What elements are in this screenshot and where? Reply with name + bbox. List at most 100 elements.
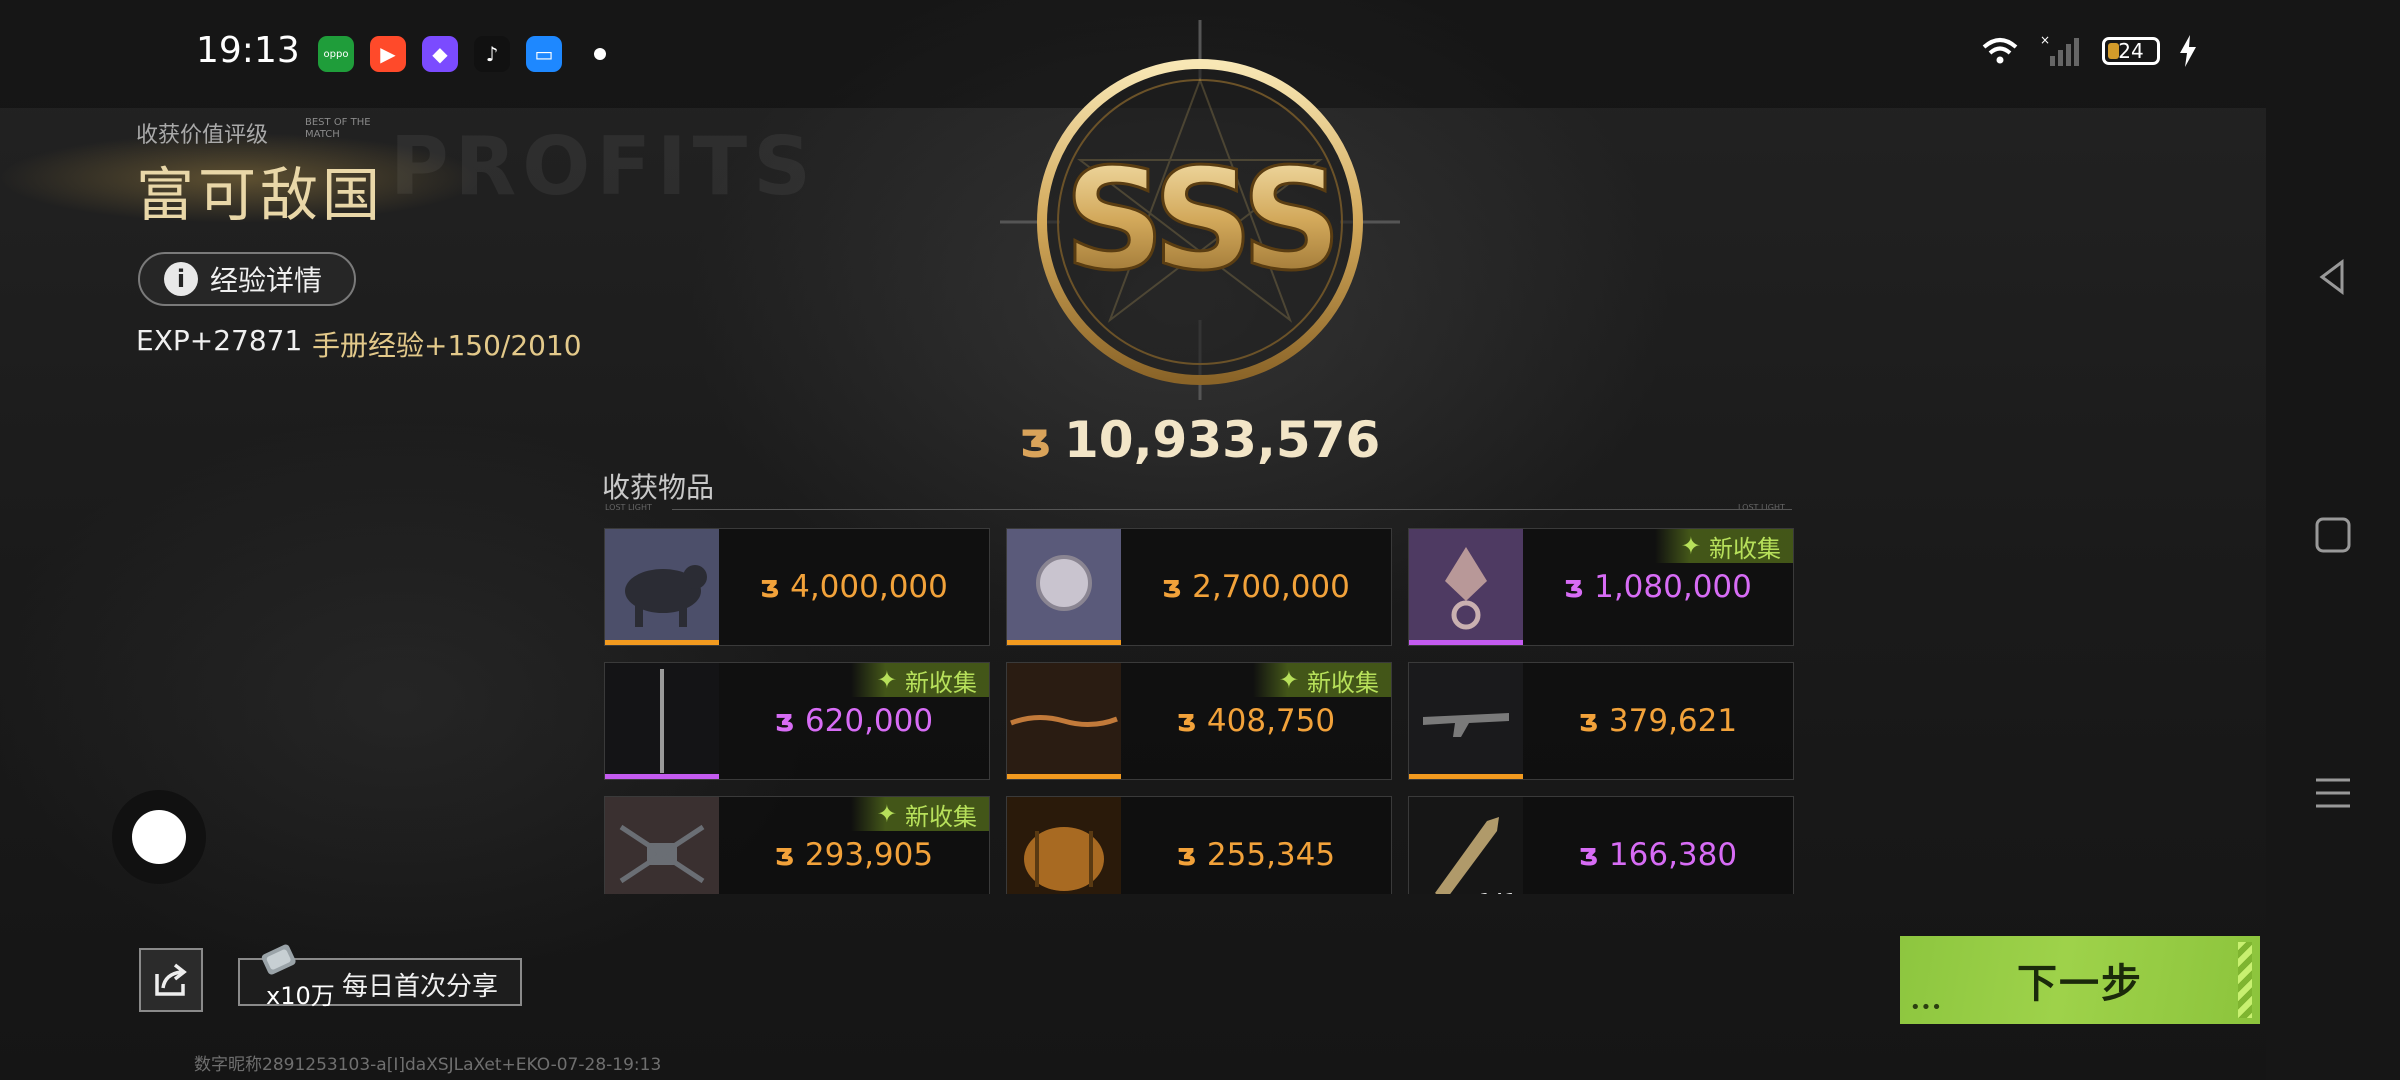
info-icon: i [164, 262, 198, 296]
new-collection-label: 新收集 [905, 802, 977, 831]
new-collection-badge: ✦ 新收集 [1252, 663, 1391, 697]
wifi-icon [1982, 38, 2018, 64]
share-icon [155, 963, 187, 996]
share-reward-quantity: x10万 [266, 982, 335, 1010]
floating-assist-dot [132, 810, 186, 864]
item-price-value: 4,000,000 [790, 569, 948, 605]
item-price: ᴣ 379,621 [1523, 663, 1793, 779]
loot-item-card[interactable]: ᴣ 293,905 ✦ 新收集 [604, 796, 990, 894]
video-player-icon: ▶ [370, 36, 406, 72]
next-step-button[interactable]: 下一步 ••• [1900, 936, 2260, 1024]
daily-share-reward[interactable]: x10万 每日首次分享 [238, 944, 522, 1010]
rifle-icon [1409, 663, 1523, 779]
item-price-value: 166,380 [1608, 837, 1738, 873]
sparkle-icon: ✦ [876, 800, 897, 828]
share-reward-label: 每日首次分享 [342, 972, 499, 1002]
item-price-value: 293,905 [804, 837, 934, 873]
item-price-value: 620,000 [804, 703, 934, 739]
new-collection-label: 新收集 [1709, 534, 1781, 563]
exp-gain: EXP+27871 [136, 324, 303, 357]
back-icon[interactable] [2314, 258, 2352, 296]
item-price-value: 2,700,000 [1192, 569, 1350, 605]
pig-statue-icon [605, 529, 719, 645]
loot-item-card[interactable]: ᴣ 4,000,000 [604, 528, 990, 646]
loot-item-card[interactable]: ᴣ 408,750 ✦ 新收集 [1006, 662, 1392, 780]
item-price: ᴣ 255,345 [1121, 797, 1391, 894]
rarity-bar [605, 774, 719, 779]
chain-icon [1007, 663, 1121, 779]
exp-details-button[interactable]: i 经验详情 [138, 252, 356, 306]
rarity-bar [605, 640, 719, 645]
loot-item-card[interactable]: ᴣ 255,345 [1006, 796, 1392, 894]
oppo-store-icon: oppo [318, 36, 354, 72]
share-button[interactable] [139, 948, 203, 1012]
currency-icon: ᴣ [1176, 703, 1197, 739]
tiktok-icon: ♪ [474, 36, 510, 72]
floating-assist-button[interactable] [112, 790, 206, 884]
items-caption-left: LOST LIGHT [605, 503, 652, 512]
more-notifications-dot [594, 48, 606, 60]
shortcuts-icon: ◆ [422, 36, 458, 72]
grade-text: SSS [1064, 139, 1336, 302]
currency-icon: ᴣ [1019, 411, 1052, 469]
next-dots-icon: ••• [1910, 997, 1942, 1018]
grade-emblem: SSS [980, 20, 1420, 420]
rating-ghost-text: PROFITS [390, 120, 817, 213]
currency-icon: ᴣ [1578, 703, 1599, 739]
loot-item-card[interactable]: ᴣ 379,621 [1408, 662, 1794, 780]
bullet-icon: 141 [1409, 797, 1523, 894]
items-divider [672, 509, 1792, 510]
currency-icon: ᴣ [760, 569, 781, 605]
rarity-bar [1409, 640, 1523, 645]
battery-icon: 24 [2102, 37, 2160, 65]
currency-icon: ᴣ [774, 703, 795, 739]
handbook-exp: 手册经验+150/2010 [312, 329, 582, 362]
item-price-value: 408,750 [1206, 703, 1336, 739]
new-collection-badge: ✦ 新收集 [850, 663, 989, 697]
loot-grid: ᴣ 4,000,000 ᴣ 2,700,000 ᴣ 1,080,000 ✦ 新收集 ᴣ 620,0… [604, 528, 1796, 894]
blade-icon [605, 663, 719, 779]
recents-icon[interactable] [2314, 774, 2352, 812]
item-price: ᴣ 4,000,000 [719, 529, 989, 645]
rating-subtitle: 收获价值评级 [136, 123, 269, 148]
notification-app-icons: oppo ▶ ◆ ♪ ▭ [318, 36, 606, 72]
rarity-bar [1007, 774, 1121, 779]
files-icon: ▭ [526, 36, 562, 72]
loot-item-card[interactable]: ᴣ 2,700,000 [1006, 528, 1392, 646]
svg-text:×: × [2040, 34, 2050, 47]
currency-icon: ᴣ [1176, 837, 1197, 873]
loot-item-card[interactable]: 141 ᴣ166,380 [1408, 796, 1794, 894]
grade-emblem-art: SSS [980, 20, 1420, 400]
home-icon[interactable] [2314, 516, 2352, 554]
best-of-match-badge: BEST OF THE MATCH [305, 117, 371, 140]
exp-details-label: 经验详情 [210, 264, 323, 297]
total-value: ᴣ 10,933,576 [1020, 408, 1381, 472]
total-value-amount: 10,933,576 [1063, 411, 1381, 469]
battery-percent: 24 [2118, 39, 2144, 63]
loot-item-card[interactable]: ᴣ 1,080,000 ✦ 新收集 [1408, 528, 1794, 646]
new-collection-label: 新收集 [1307, 668, 1379, 697]
item-price: ᴣ 166,380 [1523, 797, 1793, 894]
system-icons: × 24 [1980, 34, 2198, 68]
charging-icon [2180, 35, 2196, 67]
drone-icon [605, 797, 719, 894]
rating-title: 富可敌国 [136, 161, 385, 229]
new-collection-badge: ✦ 新收集 [850, 797, 989, 831]
currency-icon: ᴣ [774, 837, 795, 873]
currency-icon: ᴣ [1162, 569, 1183, 605]
next-step-label: 下一步 [2017, 961, 2143, 1007]
sparkle-icon: ✦ [1680, 532, 1701, 560]
coin-icon [1007, 529, 1121, 645]
new-collection-badge: ✦ 新收集 [1654, 529, 1793, 563]
ring-icon [1409, 529, 1523, 645]
item-price-value: 255,345 [1206, 837, 1336, 873]
rarity-bar [1007, 640, 1121, 645]
item-quantity: 141 [1479, 889, 1517, 894]
item-price: ᴣ 2,700,000 [1121, 529, 1391, 645]
barrel-icon [1007, 797, 1121, 894]
player-id-footer: 数字昵称2891253103-a[I]daXSJLaXet+EKO-07-28-… [194, 1055, 662, 1075]
item-price-value: 379,621 [1608, 703, 1738, 739]
items-title: 收获物品 [602, 471, 715, 504]
loot-item-card[interactable]: ᴣ 620,000 ✦ 新收集 [604, 662, 990, 780]
currency-icon: ᴣ [1578, 837, 1599, 873]
